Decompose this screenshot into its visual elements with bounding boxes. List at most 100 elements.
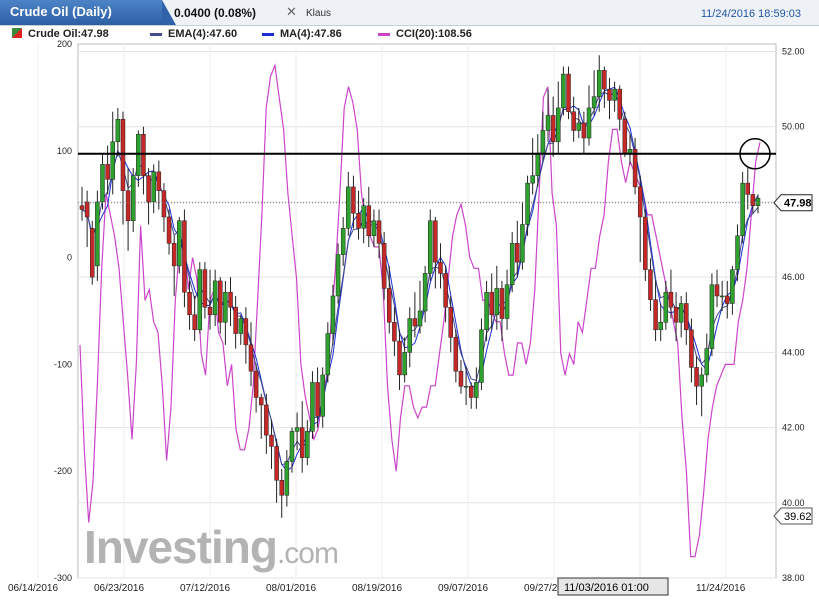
- candle-body: [725, 295, 730, 304]
- candle-body: [192, 314, 197, 331]
- candle-body: [264, 404, 269, 436]
- candle-body: [561, 73, 566, 109]
- candle-body: [627, 149, 633, 154]
- candle-body: [197, 269, 203, 331]
- last-price-label: 47.98: [784, 198, 812, 210]
- candle-body: [320, 374, 325, 417]
- candle-body: [602, 70, 607, 90]
- candle-body: [325, 333, 331, 376]
- candle-body: [520, 224, 525, 263]
- candle-body: [499, 288, 505, 319]
- x-tick-label: 07/12/2016: [180, 583, 230, 594]
- candle-body: [714, 284, 720, 297]
- candle-body: [648, 269, 653, 300]
- candle-body: [617, 88, 622, 120]
- candle-body: [643, 216, 648, 270]
- x-tick-label: 09/07/2016: [438, 583, 488, 594]
- candle-body: [340, 228, 346, 255]
- price-tick-label: 44.00: [782, 347, 805, 357]
- candle-body: [120, 118, 126, 191]
- candle: [177, 216, 182, 274]
- candle-body: [689, 329, 694, 368]
- candle-body: [607, 88, 612, 101]
- crosshair-date-tag: 11/03/2016 01:00: [557, 577, 669, 596]
- candle-body: [515, 243, 520, 263]
- candle-body: [136, 134, 141, 176]
- candle-body: [166, 216, 172, 244]
- candle-body: [509, 243, 515, 285]
- candle-body: [187, 291, 192, 316]
- candle-body: [673, 306, 679, 323]
- candle-body: [294, 427, 300, 432]
- candle-body: [177, 220, 182, 267]
- low-marker-tag: 39.62: [773, 507, 813, 525]
- candle-body: [151, 171, 156, 203]
- candle-body: [279, 479, 284, 496]
- candle-body: [146, 175, 151, 203]
- x-tick-label: 06/14/2016: [8, 583, 58, 594]
- price-chart[interactable]: 52.0050.0048.0046.0044.0042.0040.0038.00…: [0, 0, 819, 602]
- candle-body: [448, 306, 453, 338]
- candle-body: [433, 220, 438, 263]
- candle-body: [438, 261, 443, 274]
- candle-body: [223, 291, 228, 323]
- candle-body: [576, 122, 582, 131]
- candle-body: [694, 367, 699, 387]
- cci-tick-label: 200: [57, 39, 72, 49]
- candle-body: [284, 461, 290, 496]
- candle-body: [115, 118, 121, 143]
- candle-body: [550, 115, 556, 143]
- candle-body: [351, 186, 356, 214]
- candle-body: [622, 118, 628, 154]
- candle-body: [346, 186, 351, 229]
- candle-body: [412, 318, 418, 327]
- candle-body: [125, 190, 131, 221]
- candle-body: [407, 318, 413, 353]
- candle-body: [658, 322, 663, 331]
- candle-body: [258, 397, 264, 406]
- candle-body: [709, 284, 715, 349]
- candle-body: [233, 306, 238, 334]
- logo-brand: Investing: [84, 521, 278, 573]
- candle-body: [305, 431, 310, 458]
- candle-body: [699, 374, 704, 387]
- candle-body: [637, 186, 643, 218]
- candle-body: [479, 329, 484, 383]
- candle: [89, 220, 95, 285]
- candle-body: [632, 149, 638, 188]
- price-tick-label: 38.00: [782, 573, 805, 583]
- candle-body: [581, 122, 587, 139]
- candle-body: [218, 280, 223, 323]
- candle: [561, 66, 566, 116]
- candle-body: [315, 382, 320, 417]
- candle-body: [571, 111, 576, 131]
- candle-body: [453, 337, 459, 372]
- candle-body: [704, 348, 710, 376]
- candle-body: [427, 220, 433, 274]
- price-tick-label: 40.00: [782, 498, 805, 508]
- candle-body: [371, 220, 377, 237]
- candle-body: [381, 243, 387, 289]
- last-price-tag: 47.98: [773, 194, 813, 212]
- candle-body: [668, 291, 674, 308]
- candle-body: [243, 318, 249, 346]
- candle-body: [161, 190, 167, 218]
- x-tick-label: 08/01/2016: [266, 583, 316, 594]
- cci-tick-label: -300: [54, 573, 72, 583]
- x-tick-label: 11/24/2016: [696, 583, 746, 594]
- chart-window: Crude Oil (Daily) 0.0400 (0.08%) ✕ Klaus…: [0, 0, 819, 602]
- candle-body: [663, 291, 669, 323]
- candle-body: [591, 96, 597, 109]
- candle-body: [556, 107, 561, 143]
- candle-body: [684, 303, 689, 331]
- investing-logo: Investing.com: [84, 520, 339, 574]
- candle-body: [458, 370, 464, 387]
- candle-body: [474, 382, 479, 398]
- candle-body: [750, 194, 756, 206]
- candle-body: [100, 164, 105, 203]
- candle-body: [141, 134, 146, 176]
- candle-body: [212, 280, 218, 316]
- candle-body: [678, 303, 684, 323]
- x-tick-label: 08/19/2016: [352, 583, 402, 594]
- candle: [197, 262, 203, 334]
